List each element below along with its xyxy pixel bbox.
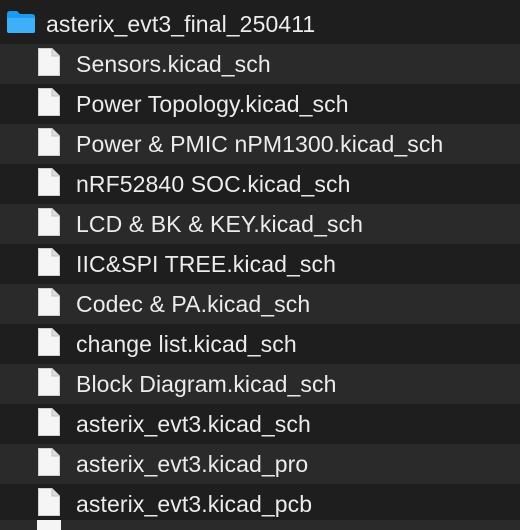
file-row[interactable]: nRF52840 SOC.kicad_sch [0,164,520,204]
document-icon [37,167,61,202]
file-browser-list: asterix_evt3_final_250411 Sensors.kicad_… [0,0,520,530]
file-row[interactable]: Sensors.kicad_sch [0,44,520,84]
file-row[interactable]: asterix_evt3.kicad_pro [0,444,520,484]
file-name: Sensors.kicad_sch [76,50,271,77]
file-row[interactable]: asterix_evt3.kicad_sch [0,404,520,444]
document-icon [37,367,61,402]
document-icon [37,47,61,82]
file-name: IIC&SPI TREE.kicad_sch [76,250,336,277]
file-name: LCD & BK & KEY.kicad_sch [76,210,364,237]
file-name: Block Diagram.kicad_sch [76,370,337,397]
file-row[interactable]: IIC&SPI TREE.kicad_sch [0,244,520,284]
file-row[interactable]: Power & PMIC nPM1300.kicad_sch [0,124,520,164]
file-name: change list.kicad_sch [76,330,297,357]
document-icon [37,287,61,322]
file-name: asterix_evt3.kicad_sch [76,410,311,437]
document-icon [37,207,61,242]
document-icon [37,407,61,442]
file-row[interactable]: asterix_evt3.kicad_pcb [0,484,520,524]
file-row[interactable]: change list.kicad_sch [0,324,520,364]
document-icon [37,520,61,530]
file-row[interactable]: Block Diagram.kicad_sch [0,364,520,404]
file-row[interactable]: Power Topology.kicad_sch [0,84,520,124]
document-icon [37,247,61,282]
document-icon [37,447,61,482]
file-name: Power Topology.kicad_sch [76,90,349,117]
file-name: Codec & PA.kicad_sch [76,290,311,317]
file-name: nRF52840 SOC.kicad_sch [76,170,351,197]
folder-name: asterix_evt3_final_250411 [46,10,316,37]
file-row[interactable]: LCD & BK & KEY.kicad_sch [0,204,520,244]
document-icon [37,327,61,362]
folder-icon [6,10,36,39]
folder-row[interactable]: asterix_evt3_final_250411 [0,4,520,44]
partial-row [0,520,520,530]
document-icon [37,127,61,162]
file-name: Power & PMIC nPM1300.kicad_sch [76,130,444,157]
file-name: asterix_evt3.kicad_pcb [76,490,313,517]
document-icon [37,487,61,522]
file-name: asterix_evt3.kicad_pro [76,450,309,477]
file-row[interactable]: Codec & PA.kicad_sch [0,284,520,324]
document-icon [37,87,61,122]
